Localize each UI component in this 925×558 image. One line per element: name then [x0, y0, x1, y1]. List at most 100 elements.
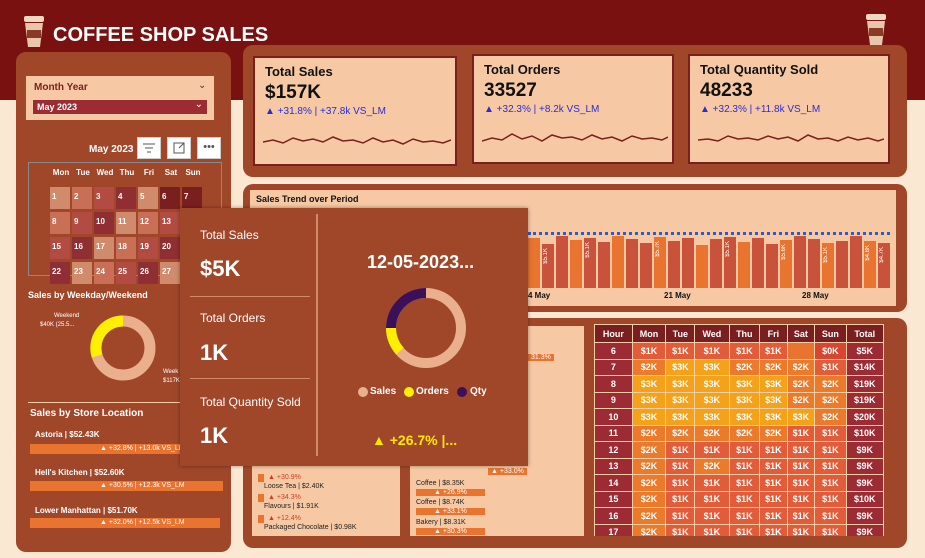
filter-icon[interactable] — [137, 137, 161, 159]
trend-bar[interactable] — [640, 243, 652, 288]
trend-bar[interactable] — [668, 241, 680, 288]
calendar-day[interactable]: 4 — [116, 187, 136, 209]
tooltip-sales-label: Total Sales — [200, 228, 259, 242]
heatmap-cell: $3K — [786, 408, 816, 426]
heatmap-cell: $1K — [728, 523, 761, 536]
heatmap-cell: $3K — [631, 408, 667, 426]
trend-bar[interactable] — [752, 238, 764, 288]
calendar-day[interactable]: 22 — [50, 262, 70, 284]
heatmap-hour: 13 — [594, 457, 633, 475]
heatmap-total: $9K — [845, 523, 884, 536]
calendar-day[interactable]: 10 — [94, 212, 114, 234]
heatmap-total: $5K — [845, 342, 884, 360]
calendar-day[interactable]: 12 — [138, 212, 158, 234]
category-change: ▲ +34.3% — [268, 494, 301, 501]
chevron-down-icon: ⌄ — [194, 99, 203, 110]
trend-bar[interactable] — [850, 236, 862, 288]
calendar-day[interactable]: 8 — [50, 212, 70, 234]
kpi-value: $157K — [265, 82, 321, 103]
trend-bar-label: $5.1K — [543, 248, 549, 264]
trend-bar-label: $5.1K — [823, 247, 829, 263]
heatmap-cell: $1K — [814, 441, 847, 459]
heatmap-cell — [786, 342, 816, 360]
calendar-day[interactable]: 26 — [138, 262, 158, 284]
calendar-day[interactable]: 1 — [50, 187, 70, 209]
trend-bar[interactable] — [710, 239, 722, 288]
calendar-day[interactable]: 13 — [160, 212, 180, 234]
day-header: Fri — [143, 168, 155, 177]
calendar-day[interactable]: 19 — [138, 237, 158, 259]
heatmap-cell: $2K — [814, 408, 847, 426]
calendar-day[interactable]: 11 — [116, 212, 136, 234]
trend-bar[interactable] — [528, 238, 540, 288]
calendar-day[interactable]: 9 — [72, 212, 92, 234]
trend-bar[interactable] — [556, 236, 568, 288]
trend-bar[interactable] — [836, 241, 848, 288]
product-change: ▲ +30.3% — [416, 528, 485, 535]
heatmap-cell: $1K — [814, 424, 847, 442]
calendar-day[interactable]: 5 — [138, 187, 158, 209]
tooltip-donut — [383, 285, 469, 371]
calendar-day[interactable]: 18 — [116, 237, 136, 259]
day-header: Sun — [185, 168, 201, 177]
heatmap-cell: $1K — [786, 523, 816, 536]
kpi-change: ▲ +31.8% | +37.8k VS_LM — [265, 106, 386, 117]
store-name: Lower Manhattan | $51.70K — [35, 506, 138, 515]
heatmap-cell: $2K — [694, 424, 730, 442]
calendar-day[interactable]: 3 — [94, 187, 114, 209]
trend-bar[interactable] — [696, 245, 708, 288]
heatmap-total: $10K — [845, 490, 884, 508]
calendar-day[interactable]: 25 — [116, 262, 136, 284]
more-options-icon[interactable]: ••• — [197, 137, 221, 159]
trend-bar[interactable] — [794, 236, 806, 288]
focus-mode-icon[interactable] — [167, 137, 191, 159]
heatmap-cell: $2K — [759, 424, 788, 442]
calendar-day[interactable]: 24 — [94, 262, 114, 284]
trend-bars: $5.1K $5.1K $5.7K $5.1K $5.6K $5.1K $4.8K $4.7K — [528, 232, 890, 288]
trend-bar[interactable] — [598, 242, 610, 288]
month-year-dropdown[interactable]: May 2023 ⌄ — [32, 99, 208, 115]
tooltip-divider — [190, 378, 310, 379]
heatmap-cell: $3K — [694, 358, 730, 376]
heatmap-cell: $1K — [631, 342, 667, 360]
heatmap-total: $20K — [845, 408, 884, 426]
legend-label: Sales — [370, 386, 397, 397]
heatmap-header: Wed — [694, 324, 730, 343]
trend-bar[interactable] — [626, 239, 638, 288]
heatmap-cell: $2K — [631, 457, 667, 475]
calendar-day[interactable]: 7 — [182, 187, 202, 209]
heatmap-cell: $2K — [631, 441, 667, 459]
chevron-down-icon[interactable]: ⌄ — [198, 80, 206, 91]
trend-bar[interactable] — [808, 239, 820, 288]
tooltip-divider — [190, 296, 310, 297]
calendar-grid: Mon Tue Wed Thu Fri Sat Sun — [50, 168, 204, 177]
category-name: Packaged Chocolate | $0.98K — [264, 524, 357, 531]
heatmap-cell: $1K — [786, 490, 816, 508]
calendar-day[interactable]: 27 — [160, 262, 180, 284]
heatmap-row: 16 $2K $1K $1K $1K $1K $1K $1K $9K — [594, 507, 884, 525]
heatmap-cell: $1K — [665, 441, 696, 459]
heatmap-total: $19K — [845, 375, 884, 393]
trend-bar[interactable] — [570, 240, 582, 288]
heatmap-cell: $3K — [665, 408, 696, 426]
calendar-day[interactable]: 16 — [72, 237, 92, 259]
trend-bar[interactable] — [682, 238, 694, 288]
heatmap-header: Sun — [814, 324, 847, 343]
heatmap-cell: $3K — [694, 375, 730, 393]
category-name: Loose Tea | $2.40K — [264, 483, 325, 490]
trend-bar[interactable] — [766, 244, 778, 288]
day-header: Sat — [164, 168, 178, 177]
heatmap-header: Fri — [759, 324, 788, 343]
calendar-day[interactable]: 6 — [160, 187, 180, 209]
heatmap-cell: $3K — [631, 375, 667, 393]
calendar-day[interactable]: 15 — [50, 237, 70, 259]
calendar-day[interactable]: 17 — [94, 237, 114, 259]
trend-bar[interactable] — [738, 242, 750, 288]
heatmap-cell: $2K — [759, 358, 788, 376]
kpi-card-sales: Total Sales $157K ▲ +31.8% | +37.8k VS_L… — [253, 56, 457, 166]
calendar-day[interactable]: 23 — [72, 262, 92, 284]
trend-bar[interactable] — [612, 236, 624, 288]
calendar-day[interactable]: 20 — [160, 237, 180, 259]
calendar-day[interactable]: 2 — [72, 187, 92, 209]
heatmap-row: 11 $2K $2K $2K $2K $2K $1K $1K $10K — [594, 424, 884, 442]
